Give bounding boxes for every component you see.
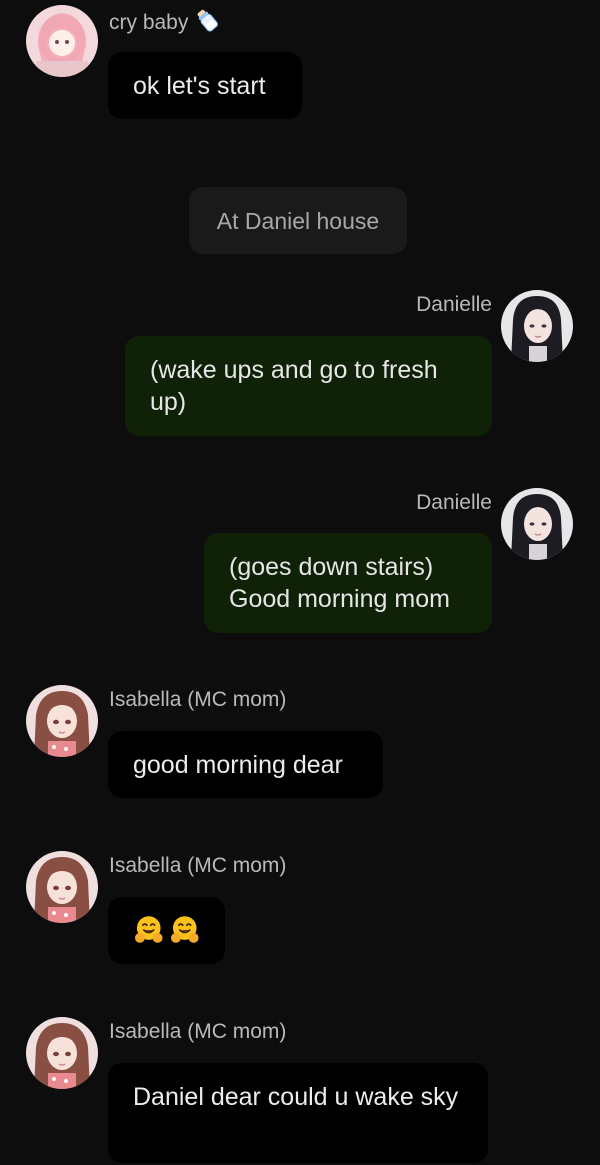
avatar-danielle[interactable] bbox=[501, 290, 573, 362]
sender-name-text: Isabella (MC mom) bbox=[109, 1020, 287, 1043]
message-bubble[interactable]: good morning dear bbox=[108, 731, 383, 798]
sender-name: cry baby bbox=[109, 7, 220, 40]
avatar-danielle-image bbox=[501, 290, 573, 362]
hugging-face-icon bbox=[170, 916, 199, 943]
sender-name-text: Danielle bbox=[416, 293, 492, 316]
avatar-isabella[interactable] bbox=[26, 1017, 98, 1089]
message-text-line: (goes down stairs) bbox=[229, 553, 434, 581]
avatar-cry-baby-image bbox=[26, 5, 98, 77]
message-bubble[interactable]: ok let's start bbox=[108, 52, 302, 119]
avatar-isabella-image bbox=[26, 851, 98, 923]
sender-name: Isabella (MC mom) bbox=[109, 1019, 286, 1045]
hugging-face-icon bbox=[134, 916, 163, 943]
sender-name-text: Danielle bbox=[416, 491, 492, 514]
sender-name: Isabella (MC mom) bbox=[109, 853, 286, 879]
avatar-isabella-image bbox=[26, 1017, 98, 1089]
message-bubble[interactable] bbox=[108, 897, 225, 964]
avatar-danielle[interactable] bbox=[501, 488, 573, 560]
message-text: Daniel dear could u wake sky bbox=[133, 1083, 459, 1111]
sender-name-text: Isabella (MC mom) bbox=[109, 688, 287, 711]
message-text: good morning dear bbox=[133, 751, 343, 779]
avatar-isabella[interactable] bbox=[26, 851, 98, 923]
avatar-danielle-image bbox=[501, 488, 573, 560]
message-bubble[interactable]: (wake ups and go to fresh up) bbox=[125, 336, 492, 436]
sender-name-text: cry baby bbox=[109, 11, 189, 35]
emoji-row bbox=[133, 914, 200, 946]
baby-bottle-icon bbox=[194, 7, 220, 40]
sender-name: Danielle bbox=[416, 490, 492, 516]
narration-text: At Daniel house bbox=[216, 208, 380, 234]
sender-name-text: Isabella (MC mom) bbox=[109, 854, 287, 877]
avatar-isabella-image bbox=[26, 685, 98, 757]
message-bubble[interactable]: (goes down stairs) Good morning mom bbox=[204, 533, 492, 633]
message-text: ok let's start bbox=[133, 72, 266, 100]
avatar-isabella[interactable] bbox=[26, 685, 98, 757]
message-bubble[interactable]: Daniel dear could u wake sky bbox=[108, 1063, 488, 1163]
sender-name: Danielle bbox=[416, 292, 492, 318]
narration-bubble: At Daniel house bbox=[189, 187, 407, 254]
message-text-line: Good morning mom bbox=[229, 585, 450, 613]
message-text: (wake ups and go to fresh up) bbox=[150, 356, 438, 416]
sender-name: Isabella (MC mom) bbox=[109, 687, 286, 713]
avatar-cry-baby[interactable] bbox=[26, 5, 98, 77]
